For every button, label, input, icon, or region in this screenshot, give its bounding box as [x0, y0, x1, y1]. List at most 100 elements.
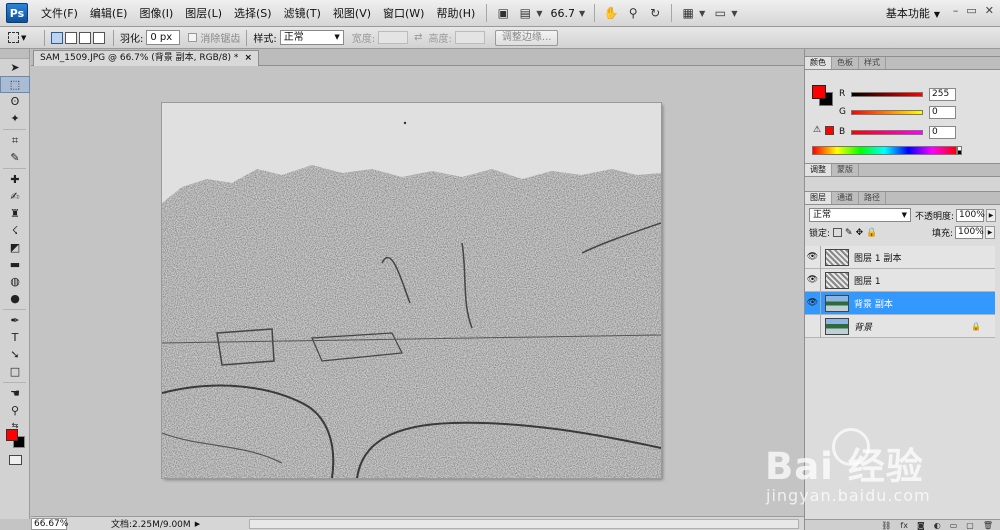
- healing-brush-tool-icon[interactable]: ✚: [0, 171, 30, 188]
- antialias-checkbox[interactable]: 消除锯齿: [188, 30, 240, 45]
- new-selection-icon[interactable]: [51, 31, 63, 44]
- menu-select[interactable]: 选择(S): [228, 0, 278, 27]
- channel-g-input[interactable]: 0: [929, 105, 956, 119]
- layer-style-icon[interactable]: fx: [900, 521, 908, 530]
- adjustment-layer-icon[interactable]: ◐: [934, 521, 941, 530]
- channel-r-slider[interactable]: [851, 91, 923, 97]
- menu-edit[interactable]: 编辑(E): [84, 0, 134, 27]
- lock-transparency-icon[interactable]: [833, 228, 843, 237]
- horizontal-scrollbar[interactable]: [249, 519, 799, 529]
- chevron-down-icon[interactable]: ▼: [579, 9, 585, 18]
- feather-input[interactable]: 0 px: [146, 30, 181, 45]
- blend-mode-select[interactable]: 正常 ▼: [809, 208, 911, 222]
- eye-icon[interactable]: 👁: [805, 291, 821, 315]
- workspace-switcher[interactable]: 基本功能 ▼: [886, 0, 940, 27]
- path-selection-tool-icon[interactable]: ➘: [0, 346, 30, 363]
- black-white-ramp[interactable]: [957, 146, 962, 155]
- tab-styles[interactable]: 样式: [859, 57, 886, 69]
- layer-name[interactable]: 图层 1 副本: [854, 251, 901, 264]
- close-icon[interactable]: ✕: [985, 4, 994, 17]
- layer-name[interactable]: 图层 1: [854, 274, 881, 287]
- gradient-tool-icon[interactable]: ▬: [0, 256, 30, 273]
- style-select[interactable]: 正常 ▼: [279, 30, 344, 45]
- lock-all-icon[interactable]: 🔒: [866, 228, 877, 238]
- layer-row[interactable]: 👁 图层 1: [805, 268, 995, 292]
- menu-filter[interactable]: 滤镜(T): [278, 0, 327, 27]
- trash-icon[interactable]: 🗑: [983, 521, 993, 530]
- status-menu-arrow-icon[interactable]: ▶: [195, 520, 200, 528]
- opacity-input[interactable]: 100%: [956, 208, 985, 222]
- channel-r-input[interactable]: 255: [929, 87, 956, 101]
- layer-name[interactable]: 背景: [854, 320, 872, 333]
- link-layers-icon[interactable]: ⛓: [881, 521, 891, 530]
- add-mask-icon[interactable]: ◙: [917, 521, 925, 530]
- lasso-tool-icon[interactable]: ʘ: [0, 93, 30, 110]
- history-brush-tool-icon[interactable]: ☇: [0, 222, 30, 239]
- gamut-warning-swatch[interactable]: [825, 126, 834, 135]
- zoom-tool-icon[interactable]: ⚲: [0, 402, 30, 419]
- lock-pixels-icon[interactable]: ✎: [845, 228, 853, 238]
- dock-grip[interactable]: [805, 49, 1000, 57]
- tab-swatches[interactable]: 色板: [832, 57, 859, 69]
- layer-name[interactable]: 背景 副本: [854, 297, 893, 310]
- tab-adjustments[interactable]: 调整: [805, 164, 832, 176]
- zoom-level[interactable]: 66.7: [547, 7, 580, 20]
- pen-tool-icon[interactable]: ✒: [0, 312, 30, 329]
- eye-icon[interactable]: 👁: [805, 268, 821, 292]
- arrange-documents-icon[interactable]: ▦: [677, 3, 699, 23]
- menu-file[interactable]: 文件(F): [35, 0, 84, 27]
- panel-grip[interactable]: [0, 49, 29, 59]
- width-input[interactable]: [378, 31, 409, 44]
- color-spectrum-bar[interactable]: [812, 146, 957, 155]
- maximize-icon[interactable]: ▭: [966, 4, 976, 17]
- tab-layers[interactable]: 图层: [805, 192, 832, 204]
- chevron-down-icon[interactable]: ▼: [699, 9, 705, 18]
- eraser-tool-icon[interactable]: ◩: [0, 239, 30, 256]
- eye-hidden-slot[interactable]: [805, 314, 821, 338]
- menu-window[interactable]: 窗口(W): [377, 0, 430, 27]
- layer-row[interactable]: 背景 🔒: [805, 314, 995, 338]
- channel-g-slider[interactable]: [851, 109, 923, 115]
- rectangle-tool-icon[interactable]: □: [0, 363, 30, 380]
- type-tool-icon[interactable]: T: [0, 329, 30, 346]
- add-selection-icon[interactable]: [65, 31, 77, 44]
- menu-help[interactable]: 帮助(H): [430, 0, 481, 27]
- image-canvas[interactable]: [162, 103, 661, 478]
- tab-channels[interactable]: 通道: [832, 192, 859, 204]
- hand-tool-icon[interactable]: ☚: [0, 385, 30, 402]
- menu-image[interactable]: 图像(I): [133, 0, 179, 27]
- tab-color[interactable]: 颜色: [805, 57, 832, 69]
- bridge-icon[interactable]: ▣: [492, 3, 514, 23]
- swap-icon[interactable]: ⇄: [414, 32, 422, 43]
- menu-view[interactable]: 视图(V): [327, 0, 377, 27]
- rotate-view-icon[interactable]: ↻: [644, 3, 666, 23]
- fill-slider-arrow-icon[interactable]: ▶: [985, 226, 995, 239]
- chevron-down-icon[interactable]: ▼: [536, 9, 542, 18]
- height-input[interactable]: [454, 31, 485, 44]
- blur-tool-icon[interactable]: ◍: [0, 273, 30, 290]
- eye-icon[interactable]: 👁: [805, 245, 821, 269]
- channel-b-input[interactable]: 0: [929, 125, 956, 139]
- refine-edge-button[interactable]: 调整边缘...: [494, 29, 559, 46]
- clone-stamp-tool-icon[interactable]: ♜: [0, 205, 30, 222]
- magic-wand-tool-icon[interactable]: ✦: [0, 110, 30, 127]
- dodge-tool-icon[interactable]: ●: [0, 290, 30, 307]
- canvas-area[interactable]: [31, 66, 804, 516]
- tool-preset-picker[interactable]: ▼: [8, 29, 38, 47]
- color-panel-foreground-swatch[interactable]: [812, 85, 826, 99]
- screen-mode-icon[interactable]: ▭: [709, 3, 731, 23]
- chevron-down-icon[interactable]: ▼: [731, 9, 737, 18]
- menu-layer[interactable]: 图层(L): [179, 0, 228, 27]
- minimize-icon[interactable]: –: [953, 4, 959, 17]
- eyedropper-tool-icon[interactable]: ✎: [0, 149, 30, 166]
- view-extras-icon[interactable]: ▤: [514, 3, 536, 23]
- zoom-tool-icon[interactable]: ⚲: [622, 3, 644, 23]
- new-layer-icon[interactable]: ▢: [966, 521, 974, 530]
- lock-position-icon[interactable]: ✥: [856, 228, 864, 238]
- layer-row-selected[interactable]: 👁 背景 副本: [805, 291, 995, 315]
- document-tab[interactable]: SAM_1509.JPG @ 66.7% (背景 副本, RGB/8) * ×: [33, 50, 259, 66]
- rect-marquee-tool-icon[interactable]: ⬚: [0, 76, 30, 93]
- new-group-icon[interactable]: ▭: [950, 521, 958, 530]
- opacity-slider-arrow-icon[interactable]: ▶: [986, 208, 997, 222]
- channel-b-slider[interactable]: [851, 129, 923, 135]
